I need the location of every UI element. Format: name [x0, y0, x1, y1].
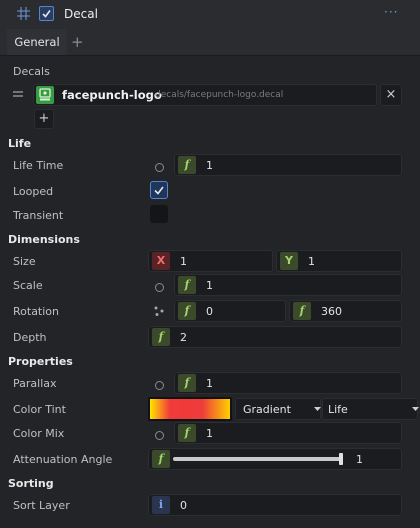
float-type-icon: f [152, 328, 170, 346]
size-label: Size [13, 255, 36, 268]
looped-label: Looped [13, 185, 54, 198]
color-tint-label: Color Tint [13, 403, 66, 416]
float-type-icon: f [178, 424, 196, 442]
remove-decal-button[interactable]: × [380, 84, 402, 106]
add-decal-button[interactable]: + [34, 109, 54, 129]
drag-handle-icon[interactable] [13, 90, 23, 98]
decals-label: Decals [13, 65, 50, 78]
rotation-min-value: 0 [206, 305, 213, 318]
attenuation-slider-handle[interactable] [339, 453, 343, 465]
random-range-icon[interactable] [153, 305, 165, 317]
decal-asset-name: facepunch-logo [62, 88, 162, 102]
add-tab-button[interactable]: + [71, 33, 84, 51]
size-x-value: 1 [180, 255, 187, 268]
section-dimensions: Dimensions [8, 233, 80, 246]
attenuation-slider-track[interactable] [173, 457, 341, 461]
looped-checkbox[interactable] [150, 181, 168, 199]
life-time-label: Life Time [13, 159, 64, 172]
sort-layer-label: Sort Layer [13, 499, 70, 512]
scale-value: 1 [206, 279, 213, 292]
transient-checkbox[interactable] [150, 205, 168, 223]
parallax-label: Parallax [13, 377, 57, 390]
parallax-mode-radio[interactable] [155, 381, 164, 390]
color-gradient-swatch[interactable] [148, 397, 232, 421]
chevron-down-icon [314, 407, 321, 411]
float-type-icon: f [152, 450, 170, 468]
more-options-button[interactable]: ··· [384, 5, 398, 19]
transient-label: Transient [13, 209, 64, 222]
y-axis-icon: Y [280, 252, 298, 270]
attenuation-angle-label: Attenuation Angle [13, 453, 113, 466]
scale-mode-radio[interactable] [155, 283, 164, 292]
chevron-down-icon [412, 407, 419, 411]
size-y-value: 1 [308, 255, 315, 268]
color-mix-label: Color Mix [13, 427, 65, 440]
component-enabled-checkbox[interactable] [39, 6, 54, 21]
tab-general[interactable]: General [7, 29, 67, 55]
float-type-icon: f [178, 302, 196, 320]
component-title: Decal [64, 7, 98, 21]
attenuation-angle-value: 1 [356, 453, 363, 466]
color-mix-mode-radio[interactable] [155, 431, 164, 440]
grid-icon [17, 7, 30, 20]
life-time-mode-radio[interactable] [155, 163, 164, 172]
color-mix-value: 1 [206, 427, 213, 440]
life-time-value: 1 [206, 159, 213, 172]
float-type-icon: f [293, 302, 311, 320]
decal-asset-icon [36, 86, 54, 104]
check-icon [42, 10, 51, 18]
section-life: Life [8, 137, 32, 150]
rotation-label: Rotation [13, 305, 60, 318]
depth-label: Depth [13, 331, 47, 344]
parallax-value: 1 [206, 377, 213, 390]
attenuation-slider-fill [173, 457, 341, 461]
float-type-icon: f [178, 156, 196, 174]
check-icon [154, 186, 164, 195]
sort-layer-value: 0 [180, 499, 187, 512]
color-tint-mode-value: Gradient [243, 403, 291, 416]
rotation-max-value: 360 [321, 305, 342, 318]
scale-label: Scale [13, 279, 43, 292]
integer-type-icon: i [152, 496, 170, 514]
section-properties: Properties [8, 355, 73, 368]
decal-asset-path: decals/facepunch-logo.decal [155, 90, 284, 100]
component-header [0, 0, 420, 28]
x-axis-icon: X [152, 252, 170, 270]
float-type-icon: f [178, 276, 196, 294]
color-tint-over-value: Life [328, 403, 348, 416]
section-sorting: Sorting [8, 477, 54, 490]
float-type-icon: f [178, 374, 196, 392]
depth-value: 2 [180, 331, 187, 344]
